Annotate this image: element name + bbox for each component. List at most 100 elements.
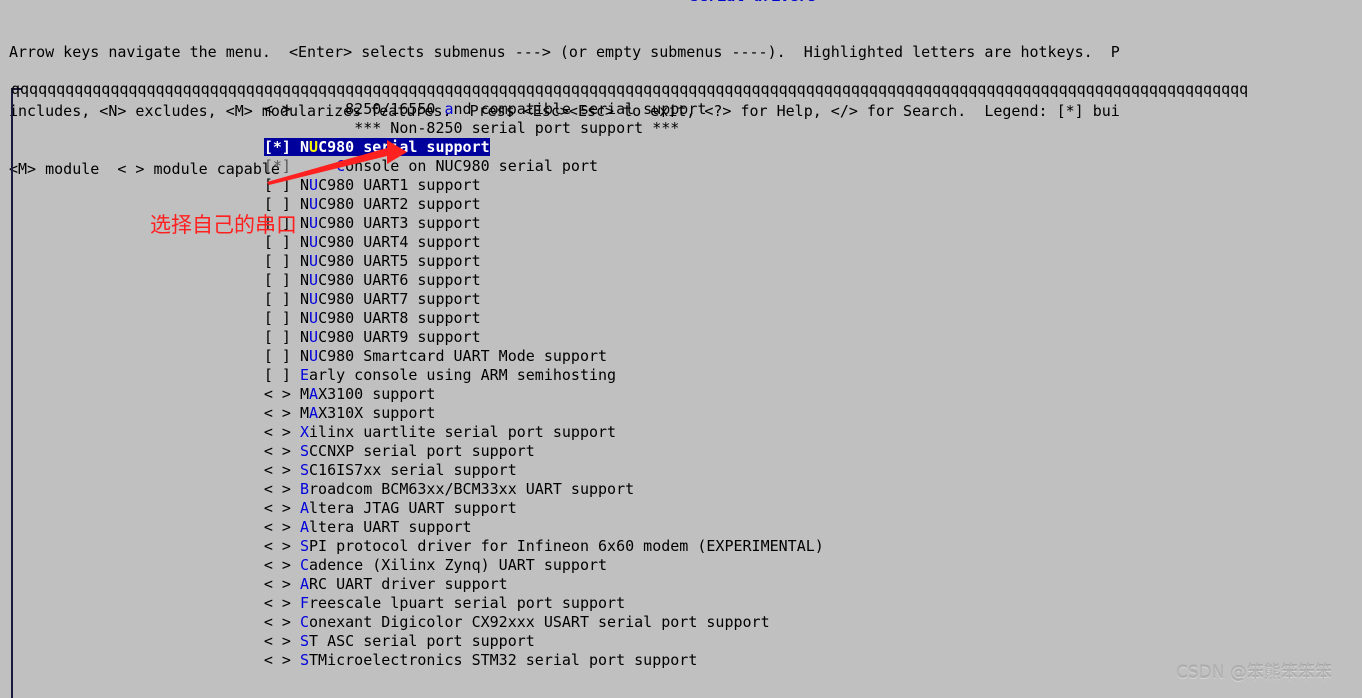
menu-row[interactable]: < > Freescale lpuart serial port support (11, 594, 1362, 613)
menu-row-text[interactable]: [ ] NUC980 UART7 support (264, 290, 481, 308)
row-indent (291, 347, 300, 365)
menu-row[interactable]: [ ] NUC980 Smartcard UART Mode support (11, 347, 1362, 366)
menu-row-text[interactable]: [ ] NUC980 UART6 support (264, 271, 481, 289)
menu-row-label-post: RC UART driver support (309, 575, 508, 593)
menu-row-checkbox[interactable]: < > (264, 100, 291, 118)
menu-row-label-post: onexant Digicolor CX92xxx USART serial p… (309, 613, 770, 631)
menu-row[interactable]: *** Non-8250 serial port support *** (11, 119, 1362, 138)
menu-row-checkbox[interactable]: < > (264, 461, 291, 479)
menu-row-checkbox[interactable]: < > (264, 556, 291, 574)
menu-row-text[interactable]: [ ] NUC980 UART1 support (264, 176, 481, 194)
menu-row-text[interactable]: < > MAX310X support (264, 404, 436, 422)
menu-row-label-pre: N (300, 290, 310, 308)
menu-row[interactable]: < > STMicroelectronics STM32 serial port… (11, 651, 1362, 670)
menu-row-text[interactable]: < > Freescale lpuart serial port support (264, 594, 625, 612)
menu-row-checkbox[interactable]: [ ] (264, 290, 291, 308)
menu-row-text[interactable]: < > Altera UART support (264, 518, 472, 536)
menu-row[interactable]: < > Xilinx uartlite serial port support (11, 423, 1362, 442)
menu-row-text[interactable]: [*] Console on NUC980 serial port (264, 157, 598, 175)
menu-row-text[interactable]: [ ] NUC980 UART9 support (264, 328, 481, 346)
menu-row-text[interactable]: < > 8250/16550 and compatible serial sup… (264, 100, 707, 118)
menu-row-checkbox[interactable]: [ ] (264, 328, 291, 346)
menu-row-text[interactable]: < > ARC UART driver support (264, 575, 508, 593)
menu-row-checkbox[interactable]: < > (264, 480, 291, 498)
menu-row-text[interactable]: *** Non-8250 serial port support *** (264, 119, 679, 137)
menu-row[interactable]: [ ] NUC980 UART1 support (11, 176, 1362, 195)
menu-row[interactable]: < > Broadcom BCM63xx/BCM33xx UART suppor… (11, 480, 1362, 499)
menu-row-label-post: C980 UART7 support (318, 290, 481, 308)
row-leading-space (11, 176, 264, 194)
menu-row[interactable]: [ ] NUC980 UART6 support (11, 271, 1362, 290)
menu-row[interactable]: < > MAX310X support (11, 404, 1362, 423)
menu-row-checkbox[interactable]: [ ] (264, 271, 291, 289)
menu-row-text[interactable]: < > Altera JTAG UART support (264, 499, 517, 517)
menu-row-checkbox[interactable]: < > (264, 537, 291, 555)
menu-row-checkbox[interactable]: [ ] (264, 252, 291, 270)
menu-row-text[interactable]: [*] NUC980 serial support (263, 138, 490, 156)
menu-row-text[interactable]: [ ] Early console using ARM semihosting (264, 366, 616, 384)
menu-row-hotkey: A (309, 385, 319, 403)
row-leading-space (11, 575, 264, 593)
menu-row-checkbox[interactable]: < > (264, 651, 291, 669)
menu-row-text[interactable]: < > Xilinx uartlite serial port support (264, 423, 616, 441)
menu-row-checkbox[interactable]: < > (264, 423, 291, 441)
menu-row-checkbox[interactable]: < > (264, 404, 291, 422)
menu-row-text[interactable]: < > ST ASC serial port support (264, 632, 535, 650)
menu-row-label-post: PI protocol driver for Infineon 6x60 mod… (309, 537, 824, 555)
menu-row-checkbox[interactable]: < > (264, 385, 291, 403)
menu-row-checkbox[interactable]: [ ] (264, 176, 291, 194)
menu-row[interactable]: < > SPI protocol driver for Infineon 6x6… (11, 537, 1362, 556)
menu-row[interactable]: < > Cadence (Xilinx Zynq) UART support (11, 556, 1362, 575)
row-indent (291, 138, 300, 156)
menu-row[interactable]: [ ] NUC980 UART8 support (11, 309, 1362, 328)
menu-row[interactable]: [ ] Early console using ARM semihosting (11, 366, 1362, 385)
menu-row[interactable]: [ ] NUC980 UART7 support (11, 290, 1362, 309)
menu-row-checkbox[interactable]: < > (264, 575, 291, 593)
menu-row-text[interactable]: [ ] NUC980 Smartcard UART Mode support (264, 347, 607, 365)
menu-row[interactable]: [*] NUC980 serial support (11, 138, 1362, 157)
menu-row-checkbox[interactable]: < > (264, 613, 291, 631)
menu-row[interactable]: < > SC16IS7xx serial support (11, 461, 1362, 480)
menu-row[interactable]: [*] Console on NUC980 serial port (11, 157, 1362, 176)
row-leading-space (11, 537, 264, 555)
menu-row-text[interactable]: < > MAX3100 support (264, 385, 436, 403)
menu-row[interactable]: < > MAX3100 support (11, 385, 1362, 404)
menu-row[interactable]: < > Conexant Digicolor CX92xxx USART ser… (11, 613, 1362, 632)
menu-row-text[interactable]: [ ] NUC980 UART5 support (264, 252, 481, 270)
menu-row-text[interactable]: < > SC16IS7xx serial support (264, 461, 517, 479)
menu-row[interactable]: [ ] NUC980 UART5 support (11, 252, 1362, 271)
menu-row-checkbox[interactable]: [ ] (264, 347, 291, 365)
menu-row-checkbox[interactable]: < > (264, 632, 291, 650)
menu-list[interactable]: < > 8250/16550 and compatible serial sup… (11, 100, 1362, 670)
menu-row-checkbox[interactable]: [ ] (264, 309, 291, 327)
menu-row-text[interactable]: [ ] NUC980 UART8 support (264, 309, 481, 327)
menu-row-text[interactable]: < > SPI protocol driver for Infineon 6x6… (264, 537, 824, 555)
menu-row-hotkey: C (336, 157, 346, 175)
menu-row-hotkey: U (309, 290, 319, 308)
menu-row[interactable]: < > SCCNXP serial port support (11, 442, 1362, 461)
menu-row[interactable]: [ ] NUC980 UART2 support (11, 195, 1362, 214)
menu-row-checkbox[interactable]: [ ] (264, 366, 291, 384)
row-leading-space (11, 252, 264, 270)
menu-row-text[interactable]: < > Conexant Digicolor CX92xxx USART ser… (264, 613, 770, 631)
row-leading-space (11, 499, 264, 517)
menu-row[interactable]: < > ST ASC serial port support (11, 632, 1362, 651)
menu-row-checkbox[interactable]: [*] (264, 138, 291, 156)
menu-row-text[interactable]: [ ] NUC980 UART2 support (264, 195, 481, 213)
menu-row[interactable]: < > Altera UART support (11, 518, 1362, 537)
menu-row-checkbox[interactable]: < > (264, 594, 291, 612)
menu-row-text[interactable]: < > Broadcom BCM63xx/BCM33xx UART suppor… (264, 480, 634, 498)
menu-row[interactable]: < > Altera JTAG UART support (11, 499, 1362, 518)
menu-row-text[interactable]: < > Cadence (Xilinx Zynq) UART support (264, 556, 607, 574)
menu-row-checkbox[interactable]: < > (264, 499, 291, 517)
menu-row-label-post: C980 UART3 support (318, 214, 481, 232)
menu-row-checkbox[interactable]: [*] (264, 157, 291, 175)
menu-row[interactable]: < > 8250/16550 and compatible serial sup… (11, 100, 1362, 119)
menu-row-text[interactable]: < > STMicroelectronics STM32 serial port… (264, 651, 697, 669)
menu-row[interactable]: [ ] NUC980 UART9 support (11, 328, 1362, 347)
menu-row-checkbox[interactable]: < > (264, 518, 291, 536)
menu-row[interactable]: < > ARC UART driver support (11, 575, 1362, 594)
menu-row-checkbox[interactable]: [ ] (264, 195, 291, 213)
menu-row-checkbox[interactable]: < > (264, 442, 291, 460)
menu-row-text[interactable]: < > SCCNXP serial port support (264, 442, 535, 460)
